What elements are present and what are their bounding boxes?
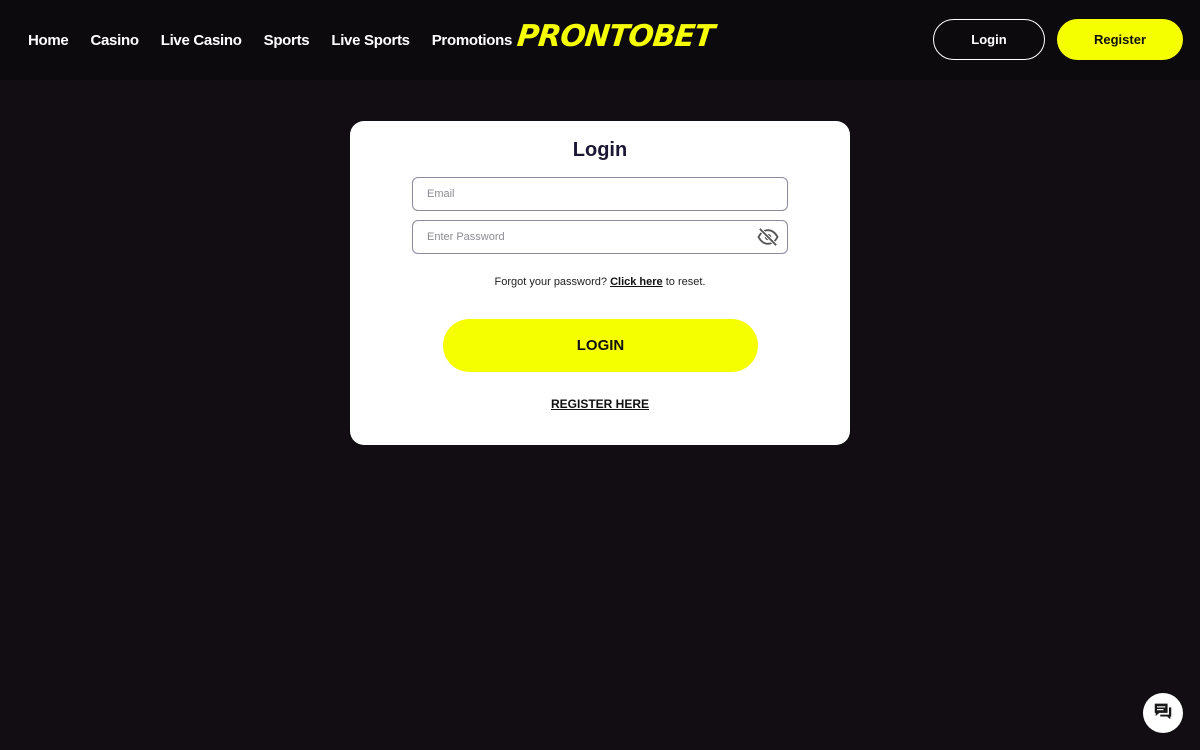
register-here-link[interactable]: REGISTER HERE [350,397,850,411]
top-navigation-bar: Home Casino Live Casino Sports Live Spor… [0,0,1200,80]
login-card: Login Forgot your password? Click here t… [350,121,850,445]
forgot-prefix: Forgot your password? [494,276,608,288]
header-register-button[interactable]: Register [1057,19,1183,60]
nav-casino[interactable]: Casino [90,32,139,49]
chat-icon [1152,700,1174,727]
nav-sports[interactable]: Sports [264,32,310,49]
main-nav: Home Casino Live Casino Sports Live Spor… [28,0,512,80]
forgot-password-text: Forgot your password? Click here to rese… [350,276,850,288]
password-input[interactable] [412,220,788,254]
login-title: Login [572,139,628,161]
eye-off-icon[interactable] [757,227,779,247]
header-login-button[interactable]: Login [933,19,1045,60]
nav-live-casino[interactable]: Live Casino [161,32,242,49]
forgot-suffix: to reset. [665,276,706,288]
nav-live-sports[interactable]: Live Sports [331,32,410,49]
chat-button[interactable] [1143,693,1183,733]
nav-promotions[interactable]: Promotions [432,32,513,49]
nav-home[interactable]: Home [28,32,69,49]
login-submit-button[interactable]: LOGIN [443,319,758,372]
reset-password-link[interactable]: Click here [610,276,663,288]
email-input[interactable] [412,177,788,211]
brand-logo[interactable]: PRONTOBET [515,19,715,59]
